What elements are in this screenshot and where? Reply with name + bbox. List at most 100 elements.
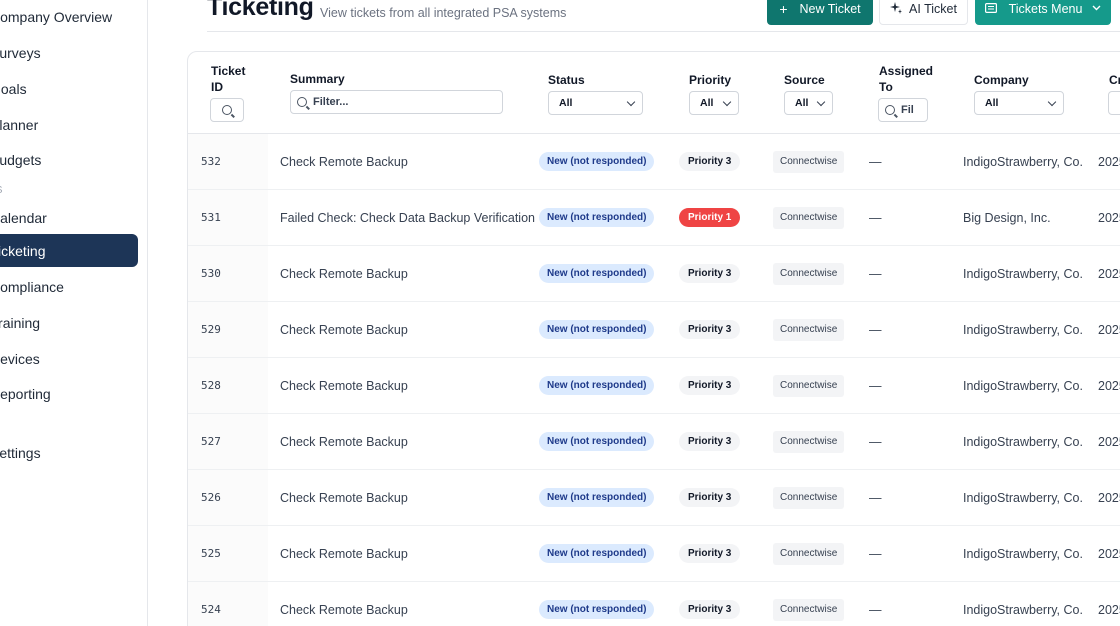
ticket-status-cell: New (not responded): [539, 246, 655, 301]
page-title: Ticketing: [207, 0, 314, 21]
company-filter-value: All: [985, 97, 999, 109]
source-badge: Connectwise: [773, 486, 845, 509]
table-row[interactable]: 532 Check Remote Backup New (not responded…: [188, 134, 1120, 190]
sidebar-item-label: Settings: [0, 444, 41, 461]
status-badge: New (not responded): [539, 320, 655, 339]
ticket-status-cell: New (not responded): [539, 414, 655, 469]
sidebar-item-calendar[interactable]: Calendar: [0, 201, 138, 234]
ticket-summary-cell[interactable]: Check Remote Backup: [280, 134, 408, 189]
table-row[interactable]: 530 Check Remote Backup New (not responded…: [188, 246, 1120, 302]
ticket-priority-cell: Priority 3: [679, 582, 741, 626]
priority-badge: Priority 3: [679, 432, 741, 451]
new-ticket-button[interactable]: + New Ticket: [767, 0, 873, 25]
ticket-summary-cell[interactable]: Check Remote Backup: [280, 526, 408, 581]
ticket-priority-cell: Priority 3: [679, 358, 741, 413]
source-badge: Connectwise: [773, 206, 845, 229]
row-id-shade: [188, 526, 268, 581]
ticket-id-filter[interactable]: [210, 98, 244, 122]
row-id-shade: [188, 358, 268, 413]
sidebar-item-goals[interactable]: Goals: [0, 72, 138, 105]
ticket-source-cell: Connectwise: [773, 302, 845, 357]
sidebar-item-label: Surveys: [0, 44, 41, 61]
sidebar-item-devices[interactable]: Devices: [0, 342, 138, 375]
tickets-menu-label: Tickets Menu: [1008, 1, 1083, 16]
ticket-assigned-cell: —: [869, 434, 882, 449]
ticket-id-cell: 531: [201, 211, 221, 224]
status-filter-value: All: [559, 97, 573, 109]
source-filter-select[interactable]: All: [784, 91, 833, 115]
ticket-source-cell: Connectwise: [773, 358, 845, 413]
ticket-summary-cell[interactable]: Check Remote Backup: [280, 414, 408, 469]
table-header: Ticket ID Summary Filter... Status All P…: [188, 52, 1120, 134]
ai-ticket-button[interactable]: AI Ticket: [879, 0, 968, 25]
table-row[interactable]: 531 Failed Check: Check Data Backup Verif…: [188, 190, 1120, 246]
sidebar-item-training[interactable]: Training: [0, 306, 138, 339]
table-row[interactable]: 528 Check Remote Backup New (not responded…: [188, 358, 1120, 414]
ticket-source-cell: Connectwise: [773, 582, 845, 626]
table-row[interactable]: 527 Check Remote Backup New (not responded…: [188, 414, 1120, 470]
new-ticket-label: New Ticket: [799, 1, 861, 16]
ticket-status-cell: New (not responded): [539, 526, 655, 581]
ticket-summary-cell[interactable]: Check Remote Backup: [280, 246, 408, 301]
ticket-priority-cell: Priority 3: [679, 470, 741, 525]
priority-filter-select[interactable]: All: [689, 91, 739, 115]
tickets-menu-button[interactable]: Tickets Menu: [975, 0, 1111, 25]
row-id-shade: [188, 414, 268, 469]
column-header-priority: Priority: [689, 73, 732, 87]
sidebar-item-settings[interactable]: Settings: [0, 436, 138, 469]
source-badge: Connectwise: [773, 262, 845, 285]
chevron-down-icon: [626, 97, 636, 106]
column-header-company: Company: [974, 73, 1029, 87]
ticket-assigned-cell: —: [869, 210, 882, 225]
ticket-created-cell: 2025: [1098, 602, 1120, 617]
sidebar-item-planner[interactable]: Planner: [0, 108, 138, 141]
ticket-source-cell: Connectwise: [773, 190, 845, 245]
ticket-created-cell: 2025: [1098, 210, 1120, 225]
priority-badge: Priority 3: [679, 376, 741, 395]
ticket-id-cell: 532: [201, 155, 221, 168]
table-row[interactable]: 524 Check Remote Backup New (not responded…: [188, 582, 1120, 626]
ticket-summary-cell[interactable]: Check Remote Backup: [280, 302, 408, 357]
assigned-filter-input[interactable]: Fil: [878, 98, 928, 122]
ticket-priority-cell: Priority 3: [679, 526, 741, 581]
table-row[interactable]: 529 Check Remote Backup New (not responded…: [188, 302, 1120, 358]
ticket-created-cell: 2025: [1098, 266, 1120, 281]
sidebar-item-surveys[interactable]: Surveys: [0, 36, 138, 69]
column-header-summary: Summary: [290, 72, 345, 86]
ticket-summary-cell[interactable]: Failed Check: Check Data Backup Verifica…: [280, 190, 535, 245]
chevron-down-icon: [1092, 3, 1101, 14]
sidebar-item-company-overview[interactable]: Company Overview: [0, 0, 138, 33]
table-row[interactable]: 526 Check Remote Backup New (not responded…: [188, 470, 1120, 526]
status-filter-select[interactable]: All: [548, 91, 643, 115]
ticket-assigned-cell: —: [869, 154, 882, 169]
column-header-status: Status: [548, 73, 585, 87]
ticket-priority-cell: Priority 1: [679, 190, 741, 245]
sidebar-item-budgets[interactable]: Budgets: [0, 143, 138, 176]
sparkle-icon: [890, 1, 903, 16]
ticket-summary-cell[interactable]: Check Remote Backup: [280, 582, 408, 626]
plus-icon: +: [779, 0, 788, 17]
created-filter[interactable]: [1108, 91, 1120, 115]
company-filter-select[interactable]: All: [974, 91, 1064, 115]
ticket-summary-cell[interactable]: Check Remote Backup: [280, 470, 408, 525]
ticket-created-cell: 2025: [1098, 378, 1120, 393]
sidebar-item-compliance[interactable]: Compliance: [0, 270, 138, 303]
chevron-down-icon: [1047, 97, 1057, 106]
source-badge: Connectwise: [773, 598, 845, 621]
status-badge: New (not responded): [539, 264, 655, 283]
ticket-created-cell: 2025: [1098, 546, 1120, 561]
column-header-line: Ticket: [211, 64, 246, 78]
ticket-id-cell: 530: [201, 267, 221, 280]
ticket-summary-cell[interactable]: Check Remote Backup: [280, 358, 408, 413]
sidebar-item-label: Goals: [0, 80, 27, 97]
table-row[interactable]: 525 Check Remote Backup New (not responded…: [188, 526, 1120, 582]
ticket-created-cell: 2025: [1098, 322, 1120, 337]
sidebar-item-ticketing[interactable]: Ticketing: [0, 234, 138, 267]
sidebar-item-reporting[interactable]: Reporting: [0, 377, 138, 410]
ticket-created-cell: 2025: [1098, 154, 1120, 169]
ticket-created-cell: 2025: [1098, 434, 1120, 449]
summary-filter-input[interactable]: Filter...: [290, 90, 503, 114]
ticket-status-cell: New (not responded): [539, 134, 655, 189]
ticket-status-cell: New (not responded): [539, 582, 655, 626]
ticket-id-cell: 527: [201, 435, 221, 448]
